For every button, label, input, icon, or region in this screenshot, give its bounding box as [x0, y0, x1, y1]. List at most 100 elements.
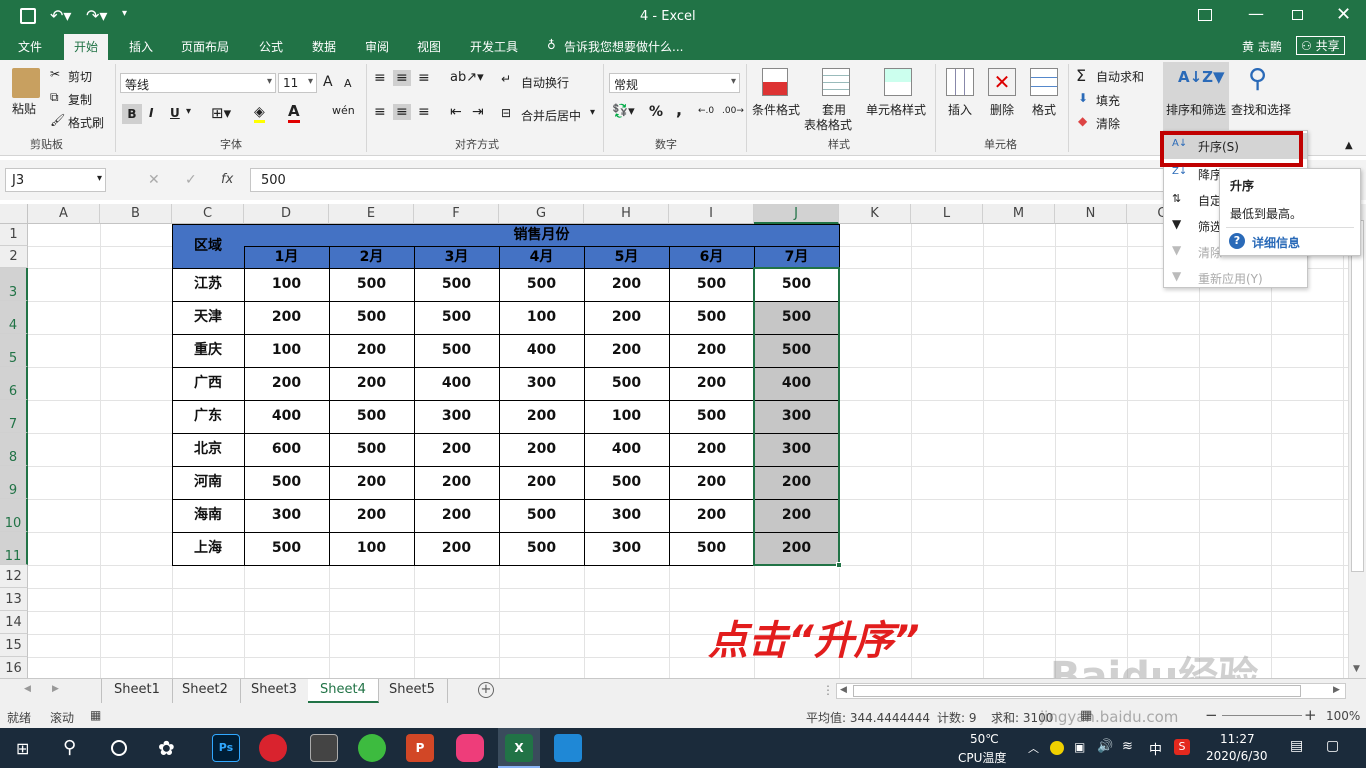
redo-icon[interactable]: ↷▾: [86, 6, 107, 25]
ribbon-display-icon[interactable]: [1198, 9, 1212, 21]
align-left-icon[interactable]: ≡: [374, 104, 386, 120]
zoom-out-icon[interactable]: −: [1205, 706, 1218, 724]
value-cell[interactable]: 200: [584, 268, 669, 301]
decrease-indent-icon[interactable]: ⇤: [450, 104, 462, 120]
underline-button[interactable]: U: [170, 106, 180, 120]
wifi-icon[interactable]: ≋: [1122, 739, 1133, 754]
row-header-15[interactable]: 15: [0, 634, 28, 657]
value-cell[interactable]: 400: [499, 334, 584, 367]
insert-function-icon[interactable]: fx: [221, 172, 233, 187]
value-cell[interactable]: 200: [414, 499, 499, 532]
add-sheet-icon[interactable]: +: [478, 682, 494, 698]
enter-icon[interactable]: ✓: [185, 172, 197, 188]
column-header-J[interactable]: J: [754, 204, 839, 224]
value-cell[interactable]: 200: [329, 367, 414, 400]
region-cell[interactable]: 海南: [172, 499, 244, 532]
tooltip-more-info-link[interactable]: 详细信息: [1252, 234, 1300, 251]
tab-split-handle-icon[interactable]: ⋮: [822, 683, 834, 697]
value-cell[interactable]: 500: [669, 268, 754, 301]
undo-icon[interactable]: ↶▾: [50, 6, 71, 25]
value-cell[interactable]: 500: [329, 400, 414, 433]
row-header-5[interactable]: 5: [0, 334, 28, 367]
row-header-7[interactable]: 7: [0, 400, 28, 433]
paste-icon[interactable]: [12, 68, 40, 98]
tray-expand-icon[interactable]: ︿: [1028, 740, 1039, 756]
month-cell[interactable]: 7月: [754, 246, 839, 268]
align-right-icon[interactable]: ≡: [418, 104, 430, 120]
month-cell[interactable]: 5月: [584, 246, 669, 268]
column-header-L[interactable]: L: [911, 204, 983, 224]
fill-icon[interactable]: ⬇: [1078, 91, 1088, 105]
worksheet-grid[interactable]: ABCDEFGHIJKLMNOPQR 123456789101112131415…: [0, 204, 1366, 678]
region-cell[interactable]: 广西: [172, 367, 244, 400]
fill-handle[interactable]: [836, 562, 842, 568]
browser-icon[interactable]: [358, 734, 386, 762]
conditional-format-icon[interactable]: [762, 68, 788, 96]
photos-icon[interactable]: [554, 734, 582, 762]
scissors-icon[interactable]: ✂: [50, 67, 60, 81]
month-cell[interactable]: 4月: [499, 246, 584, 268]
pink-app-icon[interactable]: [456, 734, 484, 762]
value-cell[interactable]: 200: [499, 433, 584, 466]
value-cell[interactable]: 200: [669, 466, 754, 499]
help-icon[interactable]: ?: [1229, 233, 1245, 249]
phonetic-icon[interactable]: wén: [332, 104, 355, 117]
paste-button[interactable]: 粘贴: [12, 100, 36, 117]
sheet-tab-4[interactable]: Sheet4: [308, 679, 379, 703]
powerpoint-icon[interactable]: P: [406, 734, 434, 762]
sheet-tab-3[interactable]: Sheet3: [239, 679, 310, 703]
row-header-13[interactable]: 13: [0, 588, 28, 611]
autosum-icon[interactable]: Σ: [1076, 66, 1086, 85]
bold-button[interactable]: B: [122, 104, 142, 124]
value-cell[interactable]: 500: [669, 532, 754, 565]
zoom-in-icon[interactable]: +: [1304, 706, 1317, 724]
currency-icon[interactable]: 💱▾: [612, 104, 635, 119]
value-cell[interactable]: 100: [329, 532, 414, 565]
value-cell[interactable]: 500: [244, 466, 329, 499]
clear-button[interactable]: 清除: [1096, 115, 1120, 132]
zoom-level[interactable]: 100%: [1326, 709, 1360, 723]
horizontal-scrollbar[interactable]: ◀ ▶: [836, 683, 1346, 699]
value-cell[interactable]: 300: [244, 499, 329, 532]
sogou-icon[interactable]: S: [1174, 739, 1190, 755]
shrink-font-icon[interactable]: A: [344, 77, 352, 90]
hscroll-thumb[interactable]: [853, 685, 1301, 697]
value-cell[interactable]: 200: [499, 400, 584, 433]
row-header-9[interactable]: 9: [0, 466, 28, 499]
tab-file[interactable]: 文件: [18, 38, 42, 55]
merge-icon[interactable]: ⊟: [501, 106, 511, 120]
delete-cells-button[interactable]: 删除: [990, 101, 1014, 118]
value-cell[interactable]: 200: [584, 301, 669, 334]
value-cell[interactable]: 500: [499, 499, 584, 532]
sheet-tab-1[interactable]: Sheet1: [101, 679, 173, 703]
region-cell[interactable]: 重庆: [172, 334, 244, 367]
notification-icon[interactable]: ▤: [1290, 738, 1303, 754]
row-header-3[interactable]: 3: [0, 268, 28, 301]
grow-font-icon[interactable]: A: [323, 74, 333, 90]
column-header-C[interactable]: C: [172, 204, 244, 224]
value-cell[interactable]: 200: [329, 499, 414, 532]
tell-me-input[interactable]: 告诉我您想要做什么...: [564, 38, 683, 55]
region-header-cell[interactable]: 区域: [172, 224, 244, 268]
cell-styles-button[interactable]: 单元格样式: [866, 101, 926, 118]
tab-home[interactable]: 开始: [64, 34, 109, 60]
insert-cells-icon[interactable]: [946, 68, 974, 96]
font-size-select[interactable]: 11: [278, 73, 317, 93]
wrap-text-icon[interactable]: ↵: [501, 72, 511, 86]
scroll-thumb[interactable]: [1351, 220, 1364, 572]
name-box[interactable]: J3 ▾: [5, 168, 106, 192]
column-header-N[interactable]: N: [1055, 204, 1127, 224]
task-view-icon[interactable]: [111, 740, 127, 756]
value-cell[interactable]: 200: [669, 499, 754, 532]
user-name[interactable]: 黄 志鹏: [1242, 38, 1282, 55]
tab-view[interactable]: 视图: [417, 38, 441, 55]
region-cell[interactable]: 江苏: [172, 268, 244, 301]
sheet-tab-5[interactable]: Sheet5: [377, 679, 448, 703]
collapse-ribbon-icon[interactable]: ▲: [1345, 140, 1353, 151]
vertical-scrollbar[interactable]: ▲ ▼: [1348, 204, 1366, 678]
decrease-decimal-icon[interactable]: .00→: [722, 106, 744, 116]
font-name-select[interactable]: 等线: [120, 73, 276, 93]
value-cell[interactable]: 100: [244, 334, 329, 367]
macro-record-icon[interactable]: ▦: [90, 708, 101, 722]
format-table-icon[interactable]: [822, 68, 850, 96]
